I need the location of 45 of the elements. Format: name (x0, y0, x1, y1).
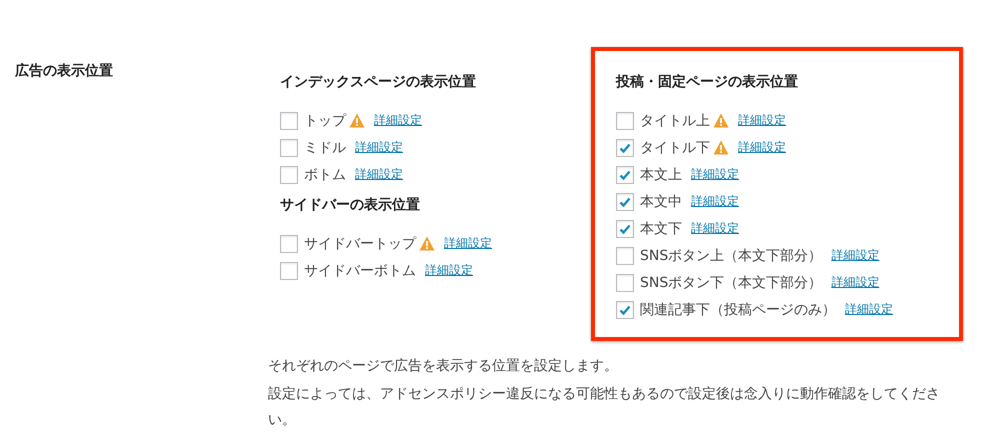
checkbox[interactable] (616, 246, 634, 264)
checkbox[interactable] (616, 166, 634, 184)
details-link[interactable]: 詳細設定 (355, 139, 403, 156)
details-link[interactable]: 詳細設定 (831, 247, 880, 264)
description-text: それぞれのページで広告を表示する位置を設定します。 (268, 357, 619, 376)
details-link[interactable]: 詳細設定 (444, 235, 492, 252)
option-label: 関連記事下（投稿ページのみ） (640, 300, 836, 318)
option-label: タイトル下 (640, 138, 710, 156)
details-link[interactable]: 詳細設定 (691, 166, 739, 183)
checkbox[interactable] (616, 300, 634, 318)
checkbox[interactable] (280, 138, 298, 156)
option-label: サイドバートップ (304, 234, 416, 252)
details-link[interactable]: 詳細設定 (691, 220, 739, 237)
checkbox[interactable] (616, 138, 634, 156)
details-link[interactable]: 詳細設定 (738, 112, 786, 129)
group-heading: 投稿・固定ページの表示位置 (616, 73, 799, 91)
field-label: 広告の表示位置 (15, 63, 113, 79)
checkbox[interactable] (280, 234, 298, 252)
option-label: ミドル (304, 138, 346, 156)
option-label: SNSボタン上（本文下部分） (640, 246, 822, 264)
option-label: トップ (304, 112, 346, 130)
checkbox[interactable] (616, 220, 634, 238)
details-link[interactable]: 詳細設定 (845, 301, 893, 318)
details-link[interactable]: 詳細設定 (691, 193, 739, 210)
group-heading: インデックスページの表示位置 (280, 73, 477, 91)
option-label: SNSボタン下（本文下部分） (640, 274, 822, 292)
checkbox[interactable] (616, 112, 634, 130)
details-link[interactable]: 詳細設定 (738, 139, 786, 156)
group-heading: サイドバーの表示位置 (280, 196, 421, 214)
checkbox[interactable] (280, 166, 298, 184)
details-link[interactable]: 詳細設定 (374, 112, 422, 129)
option-label: 本文中 (640, 192, 682, 210)
checkbox[interactable] (280, 262, 298, 280)
details-link[interactable]: 詳細設定 (355, 166, 403, 183)
checkbox[interactable] (616, 274, 634, 292)
option-label: ボトム (304, 166, 346, 184)
details-link[interactable]: 詳細設定 (425, 262, 473, 279)
option-label: 本文上 (640, 166, 682, 184)
description-text: 設定によっては、アドセンスポリシー違反になる可能性もあるので設定後は念入りに動作確認をしてください。 (268, 385, 941, 430)
checkbox[interactable] (280, 112, 298, 130)
option-label: サイドバーボトム (304, 262, 416, 280)
option-label: タイトル上 (640, 112, 710, 130)
details-link[interactable]: 詳細設定 (831, 274, 880, 291)
checkbox[interactable] (616, 192, 634, 210)
option-label: 本文下 (640, 220, 682, 238)
